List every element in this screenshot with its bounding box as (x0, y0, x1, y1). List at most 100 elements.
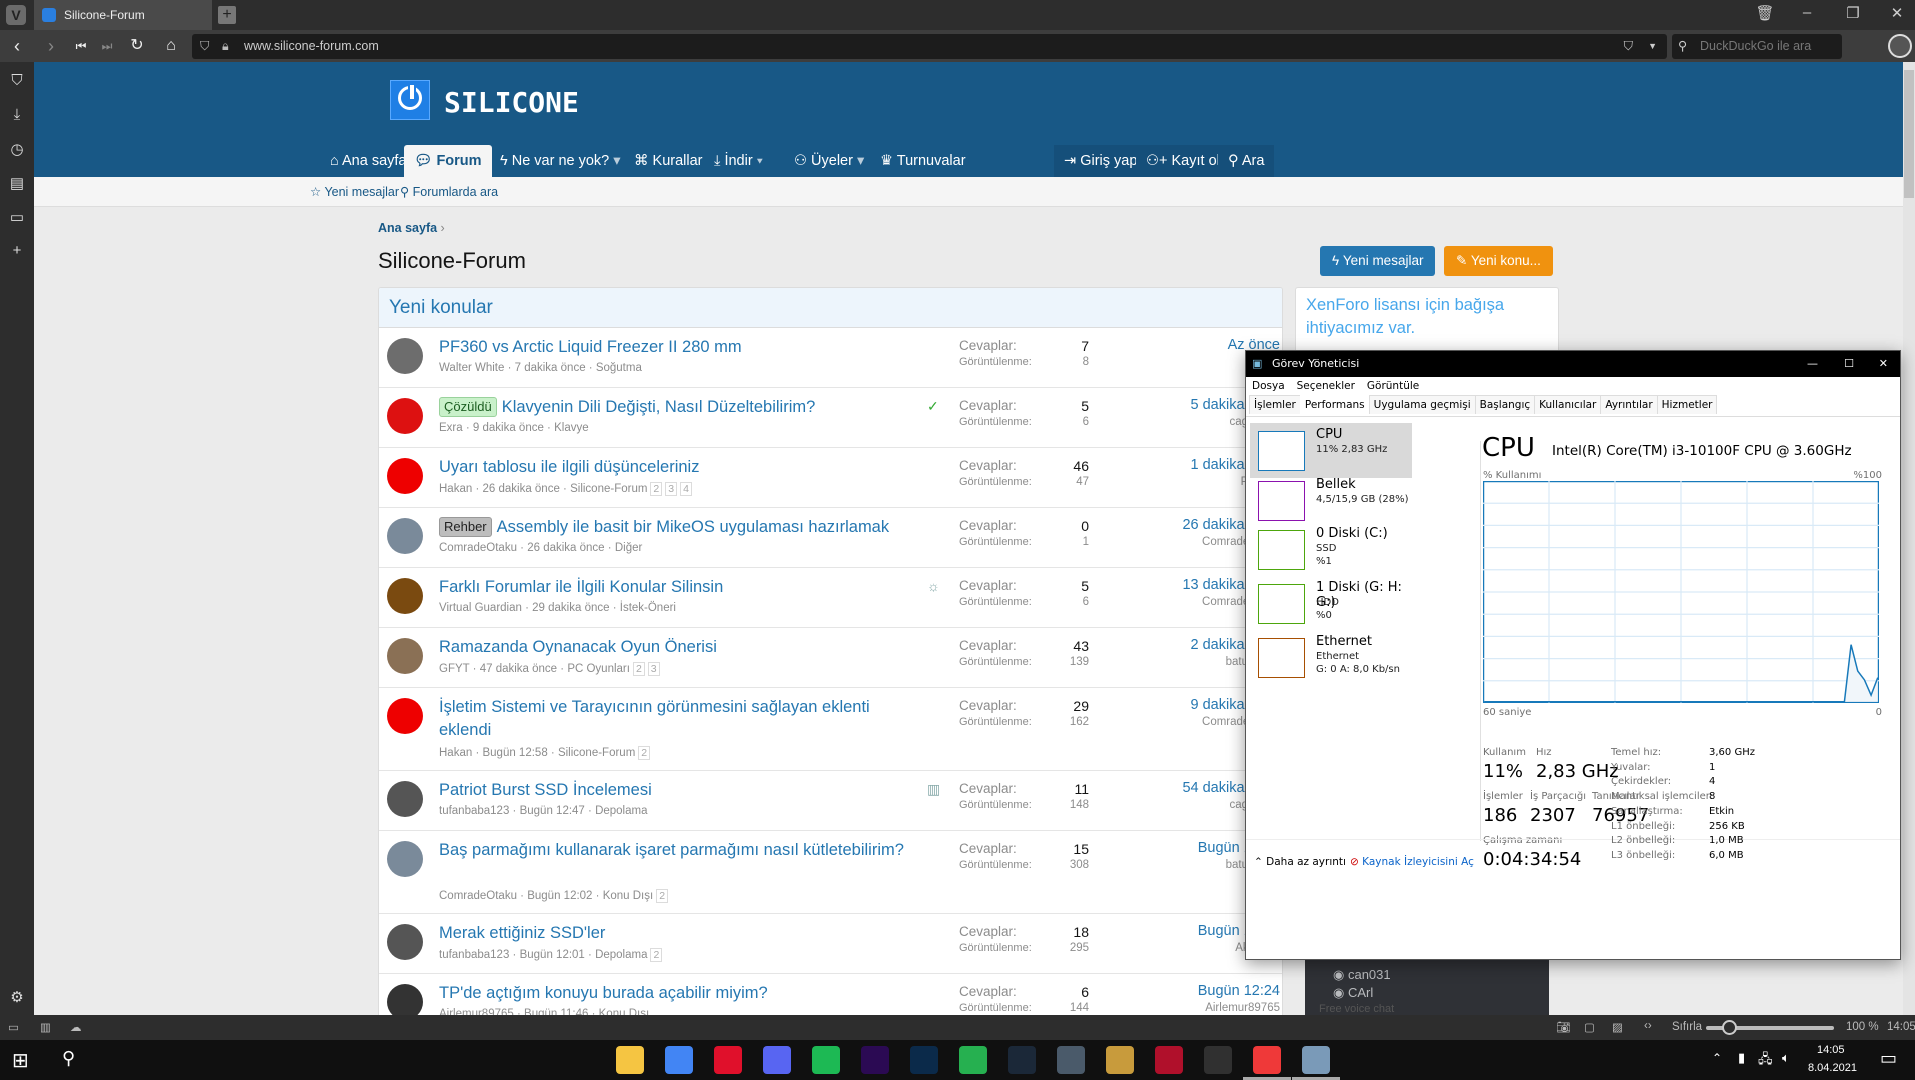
author-link[interactable]: Airlemur89765 (439, 1008, 514, 1015)
thread-time[interactable]: 29 dakika önce (532, 602, 609, 614)
tab-1[interactable]: Performans (1299, 395, 1370, 414)
breadcrumb-item[interactable]: Ana sayfa (378, 221, 437, 235)
page-actions-icon[interactable]: ‹› (1644, 1020, 1652, 1032)
photoshop-icon[interactable] (910, 1046, 938, 1074)
search-field[interactable]: ⚲ DuckDuckGo ile ara (1672, 34, 1842, 59)
volume-icon[interactable]: 🔈︎ (1782, 1050, 1790, 1066)
downloads-icon[interactable]: ⤓ (0, 106, 34, 123)
author-link[interactable]: Virtual Guardian (439, 602, 522, 614)
panel-toggle-icon[interactable]: ▭ (8, 1020, 19, 1034)
new-messages-button[interactable]: ϟ Yeni mesajlar (1320, 246, 1436, 276)
obs-icon[interactable] (1204, 1046, 1232, 1074)
page-link[interactable]: 4 (680, 482, 692, 496)
avatar[interactable] (387, 638, 423, 674)
page-link[interactable]: 2 (650, 482, 663, 496)
calculator-icon[interactable] (1057, 1046, 1085, 1074)
avatar[interactable] (387, 698, 423, 734)
fast-forward-button[interactable]: ⏭ (96, 36, 118, 56)
author-link[interactable]: Walter White (439, 362, 504, 374)
bookmark-icon[interactable]: ⛉ (1624, 34, 1633, 59)
avatar[interactable] (387, 578, 423, 614)
address-field[interactable]: ⛉ 🔒︎ www.silicone-forum.com ⛉ ▼ (192, 34, 1667, 59)
thread-title[interactable]: Baş parmağımı kullanarak işaret parmağım… (439, 839, 919, 862)
cloud-sync-icon[interactable]: ☁ (70, 1020, 82, 1034)
thread-time[interactable]: 7 dakika önce (515, 362, 586, 374)
author-link[interactable]: GFYT (439, 663, 469, 675)
windows-start-icon[interactable]: ⊞ (12, 1048, 29, 1073)
title-bar[interactable]: ▣ Görev Yöneticisi — ☐ ✕ (1246, 351, 1900, 377)
minimize-button[interactable]: — (1807, 351, 1818, 377)
forum-link[interactable]: Diğer (615, 542, 642, 554)
avatar[interactable] (387, 338, 423, 374)
page-link[interactable]: 2 (638, 746, 651, 760)
app-icon[interactable] (1155, 1046, 1183, 1074)
menu-item[interactable]: Seçenekler (1297, 380, 1355, 392)
thread-title[interactable]: İşletim Sistemi ve Tarayıcının görünmesi… (439, 696, 919, 742)
less-details-button[interactable]: ⌃ Daha az ayrıntı (1254, 856, 1346, 868)
forward-button[interactable]: › (40, 36, 62, 56)
rewind-button[interactable]: ⏮ (70, 36, 92, 56)
resource-item[interactable]: 1 Diski (G: H: G:) HDD %0 (1250, 576, 1412, 631)
zoom-reset-button[interactable]: Sıfırla (1672, 1021, 1702, 1033)
avatar[interactable] (387, 984, 423, 1015)
avatar[interactable] (387, 398, 423, 434)
tab-4[interactable]: Kullanıcılar (1534, 395, 1602, 414)
maximize-button[interactable]: ☐ (1844, 351, 1854, 377)
author-link[interactable]: ComradeOtaku (439, 890, 517, 902)
page-scrollbar[interactable] (1903, 62, 1915, 1015)
forum-link[interactable]: Silicone-Forum (570, 483, 647, 495)
thread-title[interactable]: Uyarı tablosu ile ilgili düşünceleriniz (439, 456, 919, 479)
tiling-icon[interactable]: ▥ (40, 1020, 51, 1034)
image-toggle-icon[interactable]: ▨ (1612, 1020, 1623, 1034)
page-tiling-icon[interactable]: ▢ (1584, 1020, 1595, 1034)
thread-title[interactable]: PF360 vs Arctic Liquid Freezer II 280 mm (439, 336, 919, 359)
nav-6[interactable]: ♛ Turnuvalar (870, 145, 976, 177)
page-link[interactable]: 2 (656, 889, 669, 903)
author-link[interactable]: tufanbaba123 (439, 949, 509, 961)
vivaldi-menu-icon[interactable]: V (6, 5, 26, 25)
author-link[interactable]: Hakan (439, 747, 472, 759)
donation-notice[interactable]: XenForo lisansı için bağışa ihtiyacımız … (1295, 287, 1559, 357)
forum-link[interactable]: Klavye (554, 422, 589, 434)
camtasia-icon[interactable] (959, 1046, 987, 1074)
forum-link[interactable]: Depolama (595, 949, 647, 961)
menu-item[interactable]: Görüntüle (1367, 380, 1419, 392)
tab-6[interactable]: Hizmetler (1656, 395, 1718, 414)
opera-icon[interactable] (714, 1046, 742, 1074)
author-link[interactable]: tufanbaba123 (439, 805, 509, 817)
reload-button[interactable]: ↻ (126, 36, 148, 56)
battery-icon[interactable]: ▮ (1738, 1050, 1745, 1066)
notes-icon[interactable]: ▤ (0, 174, 34, 192)
new-tab-button[interactable]: + (218, 6, 236, 24)
notifications-icon[interactable]: ▭ (1880, 1048, 1897, 1069)
subnav-new-messages[interactable]: ☆ Yeni mesajlar (310, 184, 399, 199)
capture-icon[interactable]: 📷︎ (1556, 1020, 1571, 1034)
nav-right-1[interactable]: ⚇+ Kayıt ol (1136, 145, 1230, 177)
nav-1[interactable]: 💬︎ Forum (404, 145, 492, 177)
breadcrumb[interactable]: Ana sayfa › (378, 221, 445, 235)
thread-time[interactable]: 26 dakika önce (482, 483, 559, 495)
spotify-icon[interactable] (812, 1046, 840, 1074)
league-icon[interactable] (1106, 1046, 1134, 1074)
thread-title[interactable]: Patriot Burst SSD İncelemesi (439, 779, 919, 802)
discord-user[interactable]: ◉ CArl (1333, 985, 1373, 1001)
steam-icon[interactable] (1008, 1046, 1036, 1074)
page-link[interactable]: 2 (632, 662, 645, 676)
last-post-user[interactable]: Airlemur89765 (1079, 1002, 1280, 1014)
forum-link[interactable]: PC Oyunları (567, 663, 630, 675)
bookmarks-icon[interactable]: ⛉ (0, 72, 34, 89)
avatar[interactable] (387, 458, 423, 494)
premiere-icon[interactable] (861, 1046, 889, 1074)
browser-tab[interactable]: Silicone-Forum (34, 0, 212, 30)
tab-3[interactable]: Başlangıç (1474, 395, 1536, 414)
discord-icon[interactable] (763, 1046, 791, 1074)
thread-title[interactable]: Çözüldü Klavyenin Dili Değişti, Nasıl Düz… (439, 396, 919, 419)
subnav-search-forums[interactable]: ⚲ Forumlarda ara (400, 184, 498, 199)
tray-chevron-icon[interactable]: ⌃ (1712, 1051, 1722, 1065)
nav-right-2[interactable]: ⚲ Ara (1218, 145, 1275, 177)
page-link[interactable]: 3 (647, 662, 660, 676)
resource-item[interactable]: CPU 11% 2,83 GHz (1250, 423, 1412, 478)
nav-3[interactable]: ⌘ Kurallar (624, 145, 713, 177)
thread-title[interactable]: Ramazanda Oynanacak Oyun Önerisi (439, 636, 919, 659)
last-post-time[interactable]: Bugün 12:24 (1079, 983, 1280, 999)
